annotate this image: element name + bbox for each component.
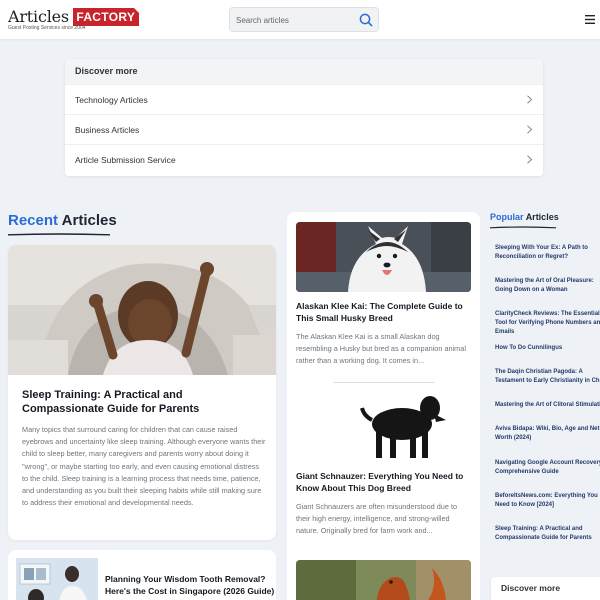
secondary-article-card[interactable]: Planning Your Wisdom Tooth Removal? Here…: [8, 550, 276, 600]
secondary-article-title[interactable]: Planning Your Wisdom Tooth Removal? Here…: [105, 573, 276, 597]
popular-articles-heading: Popular Articles: [490, 212, 559, 222]
featured-article-image[interactable]: [8, 245, 276, 375]
logo-wordmark: Articles: [8, 7, 69, 26]
discover-more-sidebar-title: Discover more: [501, 583, 561, 593]
middle-article-excerpt: Giant Schnauzers are often misunderstood…: [296, 502, 458, 535]
featured-article-excerpt: Many topics that surround caring for chi…: [22, 425, 266, 508]
middle-article-title[interactable]: Alaskan Klee Kai: The Complete Guide to …: [296, 300, 474, 324]
discover-item-label: Technology Articles: [75, 94, 148, 105]
site-header: Articles FACTORY Guest Posting Services …: [0, 0, 600, 39]
discover-more-panel: Discover more Technology Articles Busine…: [65, 59, 543, 176]
discover-item-business[interactable]: Business Articles: [65, 114, 543, 144]
popular-article-link[interactable]: Aviva Bidapa: Wiki, Bio, Age and Net Wor…: [495, 425, 600, 443]
middle-article-excerpt: The Alaskan Klee Kai is a small Alaskan …: [296, 332, 466, 365]
recent-articles-heading: Recent Articles: [8, 212, 117, 229]
heading-underline: [490, 226, 556, 229]
middle-article-title[interactable]: Giant Schnauzer: Everything You Need to …: [296, 470, 474, 494]
discover-more-sidebar[interactable]: Discover more: [491, 577, 600, 600]
chevron-right-icon: [527, 125, 533, 134]
search-icon[interactable]: [358, 12, 374, 28]
popular-article-link[interactable]: Sleeping With Your Ex: A Path to Reconci…: [495, 244, 600, 262]
secondary-article-image[interactable]: [16, 558, 98, 600]
popular-article-link[interactable]: The Daqin Christian Pagoda: A Testament …: [495, 368, 600, 386]
discover-item-submission[interactable]: Article Submission Service: [65, 144, 543, 174]
logo-badge: FACTORY: [73, 7, 140, 26]
popular-article-link[interactable]: Sleep Training: A Practical and Compassi…: [495, 525, 600, 543]
popular-article-link[interactable]: How To Do Cunnilingus: [495, 344, 600, 353]
discover-item-technology[interactable]: Technology Articles: [65, 84, 543, 114]
popular-article-link[interactable]: Navigating Google Account Recovery: A Co…: [495, 459, 600, 477]
alaskan-klee-kai-image[interactable]: [296, 222, 471, 292]
giant-schnauzer-image[interactable]: [296, 390, 471, 462]
featured-article-title[interactable]: Sleep Training: A Practical and Compassi…: [22, 388, 262, 416]
popular-article-link[interactable]: Mastering the Art of Clitoral Stimulatio…: [495, 401, 600, 410]
squirrel-article-image[interactable]: [296, 560, 471, 600]
popular-article-link[interactable]: BeforeItsNews.com: Everything You Need t…: [495, 492, 600, 510]
popular-article-link[interactable]: Mastering the Art of Oral Pleasure: Goin…: [495, 277, 600, 295]
discover-item-label: Article Submission Service: [75, 154, 176, 165]
popular-article-link[interactable]: ClarityCheck Reviews: The Essential Tool…: [495, 310, 600, 337]
featured-article-card[interactable]: Sleep Training: A Practical and Compassi…: [8, 245, 276, 540]
logo-tagline: Guest Posting Services since 2004: [8, 25, 86, 31]
middle-article-column: Alaskan Klee Kai: The Complete Guide to …: [287, 212, 480, 600]
site-logo[interactable]: Articles FACTORY Guest Posting Services …: [8, 7, 140, 31]
search-input[interactable]: [236, 13, 356, 27]
chevron-right-icon: [527, 155, 533, 164]
search-box: [229, 7, 379, 32]
discover-more-title: Discover more: [65, 59, 543, 84]
discover-item-label: Business Articles: [75, 124, 140, 135]
hamburger-menu-icon[interactable]: [584, 14, 596, 25]
heading-underline: [8, 233, 110, 236]
article-divider: [334, 382, 434, 383]
chevron-right-icon: [527, 95, 533, 104]
